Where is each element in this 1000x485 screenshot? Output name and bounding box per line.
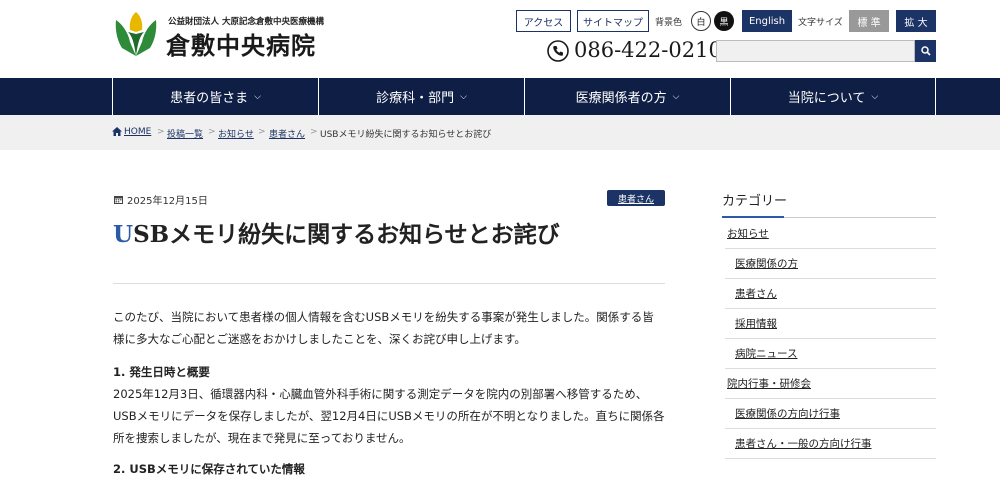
search-button[interactable]	[915, 40, 936, 62]
sitemap-button[interactable]: サイトマップ	[577, 10, 649, 32]
nav-item-label: 患者の皆さま	[170, 91, 249, 106]
section-heading: 1. 発生日時と概要	[113, 365, 210, 379]
page-title: USBメモリ紛失に関するお知らせとお詫び	[113, 215, 560, 249]
phone-icon	[547, 40, 569, 62]
sidebar-item-recruit[interactable]: 採用情報	[725, 309, 936, 339]
main-nav: 患者の皆さま ⌵ 診療科・部門 ⌵ 医療関係者の方 ⌵ 当院について ⌵	[0, 78, 1000, 115]
nav-item-label: 医療関係者の方	[575, 91, 667, 106]
site-header: 公益財団法人 大原記念倉敷中央医療機構 倉敷中央病院 アクセス サイトマップ 背…	[0, 0, 1000, 78]
org-title[interactable]: 倉敷中央病院	[166, 26, 316, 61]
chevron-down-icon: ⌵	[672, 91, 680, 102]
title-divider	[113, 283, 665, 284]
bg-black-button[interactable]: 黒	[714, 11, 734, 31]
access-button[interactable]: アクセス	[516, 10, 571, 32]
chevron-down-icon: ⌵	[460, 91, 467, 102]
breadcrumb-item-posts[interactable]: 投稿一覧	[167, 127, 203, 140]
font-large-button[interactable]: 拡 大	[896, 10, 936, 32]
article-intro: このたび、当院において患者様の個人情報を含むUSBメモリを紛失する事案が発生しま…	[113, 310, 654, 346]
sidebar-item-medical-events[interactable]: 医療関係の方向け行事	[725, 399, 936, 429]
sidebar-item-public-events[interactable]: 患者さん・一般の方向け行事	[725, 429, 936, 459]
nav-item-medical-professionals[interactable]: 医療関係者の方 ⌵	[524, 78, 730, 115]
nav-item-departments[interactable]: 診療科・部門 ⌵	[318, 78, 524, 115]
sidebar-item-hospital-news[interactable]: 病院ニュース	[725, 339, 936, 369]
breadcrumb-separator-icon: >	[258, 127, 266, 137]
font-size-label: 文字サイズ	[798, 18, 843, 28]
home-icon	[112, 127, 122, 136]
breadcrumb-home[interactable]: HOME	[124, 127, 151, 137]
chevron-down-icon: ⌵	[254, 91, 261, 102]
english-button[interactable]: English	[742, 10, 792, 32]
breadcrumb-separator-icon: >	[310, 127, 318, 137]
breadcrumb-separator-icon: >	[208, 127, 216, 137]
sidebar-item-medical[interactable]: 医療関係の方	[725, 249, 936, 279]
nav-divider	[935, 78, 936, 115]
sidebar-item-patients[interactable]: 患者さん	[725, 279, 936, 309]
breadcrumb-item-patients[interactable]: 患者さん	[269, 127, 305, 140]
font-standard-button[interactable]: 標 準	[849, 10, 889, 32]
sidebar-title-accent	[722, 216, 784, 218]
article-date: 2025年12月15日	[114, 192, 208, 207]
breadcrumb-item-news[interactable]: お知らせ	[218, 127, 254, 140]
hospital-logo[interactable]	[112, 10, 160, 60]
bg-white-button[interactable]: 白	[691, 11, 711, 31]
section-heading: 2. USBメモリに保存されていた情報	[113, 462, 305, 476]
page-title-first-letter: U	[113, 221, 134, 248]
sidebar-title: カテゴリー	[722, 194, 788, 209]
search-icon	[920, 46, 931, 56]
sidebar-title-divider	[784, 217, 936, 218]
article-date-text: 2025年12月15日	[127, 196, 208, 207]
sidebar-item-news[interactable]: お知らせ	[725, 219, 936, 249]
breadcrumb-separator-icon: >	[157, 127, 165, 137]
phone-number[interactable]: 086-422-0210	[574, 38, 722, 62]
search-input[interactable]	[716, 40, 915, 62]
nav-item-patients[interactable]: 患者の皆さま ⌵	[112, 78, 318, 115]
chevron-down-icon: ⌵	[871, 91, 879, 102]
breadcrumb-current: USBメモリ紛失に関するお知らせとお詫び	[320, 130, 492, 140]
nav-item-about[interactable]: 当院について ⌵	[730, 78, 935, 115]
nav-item-label: 当院について	[787, 91, 866, 106]
nav-item-label: 診療科・部門	[376, 91, 455, 106]
sidebar-item-events[interactable]: 院内行事・研修会	[725, 369, 936, 399]
calendar-icon	[114, 196, 123, 204]
bg-color-label: 背景色	[655, 18, 683, 28]
breadcrumb: HOME > 投稿一覧 > お知らせ > 患者さん > USBメモリ紛失に関する…	[0, 115, 1000, 150]
category-badge[interactable]: 患者さん	[607, 190, 665, 206]
page-title-rest: SBメモリ紛失に関するお知らせとお詫び	[133, 221, 560, 248]
section-body: 2025年12月3日、循環器内科・心臓血管外科手術に関する測定データを院内の別部…	[113, 387, 665, 445]
